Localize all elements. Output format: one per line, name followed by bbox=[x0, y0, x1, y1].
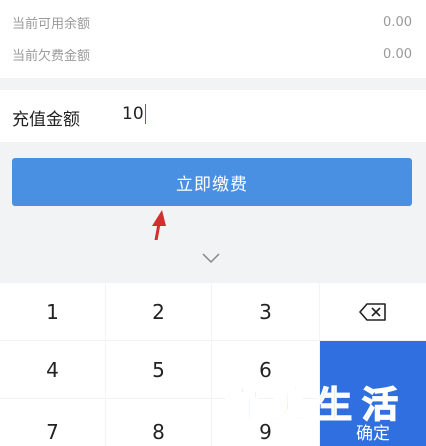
key-5[interactable]: 5 bbox=[106, 341, 211, 398]
available-balance-label: 当前可用余额 bbox=[12, 16, 91, 32]
key-3-label: 3 bbox=[259, 299, 272, 324]
key-4-label: 4 bbox=[46, 357, 59, 382]
recharge-amount-value: 10 bbox=[122, 104, 144, 124]
pay-now-button[interactable]: 立即缴费 bbox=[12, 158, 412, 206]
chevron-down-icon[interactable] bbox=[201, 252, 221, 264]
watermark-char: 宜 bbox=[223, 384, 261, 427]
recharge-card: 充值金额 10 bbox=[0, 90, 426, 142]
backspace-icon bbox=[359, 302, 386, 321]
key-1-label: 1 bbox=[46, 299, 59, 324]
watermark-char: 生 bbox=[315, 384, 353, 427]
key-2[interactable]: 2 bbox=[106, 283, 211, 340]
available-balance-value: 0.00 bbox=[383, 14, 412, 30]
key-5-label: 5 bbox=[152, 357, 165, 382]
arrears-value: 0.00 bbox=[383, 46, 412, 62]
key-7-label: 7 bbox=[46, 420, 59, 444]
watermark-char: 活 bbox=[361, 384, 399, 427]
key-8[interactable]: 8 bbox=[106, 399, 211, 446]
balance-card: 当前可用余额 0.00 当前欠费金额 0.00 bbox=[0, 0, 426, 78]
recharge-amount-input[interactable]: 10 bbox=[122, 104, 146, 124]
watermark-logo: 宜 美 生 活 bbox=[220, 378, 402, 427]
key-1[interactable]: 1 bbox=[0, 283, 105, 340]
recharge-amount-label: 充值金额 bbox=[12, 110, 80, 130]
watermark-char: 美 bbox=[269, 384, 307, 427]
arrears-label: 当前欠费金额 bbox=[12, 48, 91, 64]
backspace-key[interactable] bbox=[320, 283, 426, 340]
text-caret bbox=[144, 104, 146, 124]
key-4[interactable]: 4 bbox=[0, 341, 105, 398]
available-balance-row: 当前可用余额 0.00 bbox=[12, 12, 412, 32]
key-7[interactable]: 7 bbox=[0, 399, 105, 446]
key-8-label: 8 bbox=[152, 420, 165, 444]
key-3[interactable]: 3 bbox=[212, 283, 319, 340]
key-2-label: 2 bbox=[152, 299, 165, 324]
pay-now-label: 立即缴费 bbox=[176, 174, 248, 195]
arrears-row: 当前欠费金额 0.00 bbox=[12, 44, 412, 64]
